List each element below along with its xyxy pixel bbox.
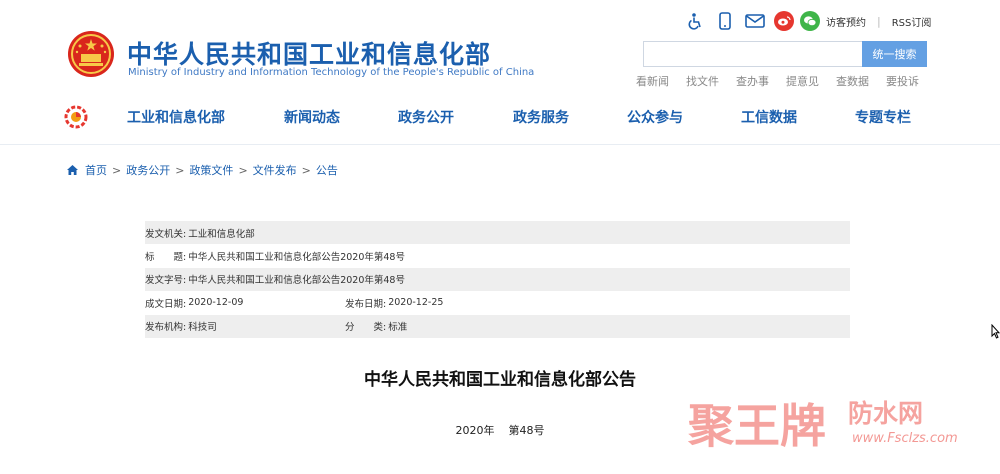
document-title: 中华人民共和国工业和信息化部公告 — [364, 370, 636, 390]
org-label: 发布机构: — [145, 322, 187, 334]
visitor-appointment-link[interactable]: 访客预约 — [826, 14, 866, 29]
quick-links: 看新闻 找文件 查办事 提意见 查数据 要投诉 — [636, 73, 936, 89]
watermark-brand: 聚王牌 — [688, 399, 826, 448]
nav-item-data[interactable]: 工信数据 — [741, 107, 797, 127]
search-button[interactable]: 统一搜索 — [862, 41, 927, 67]
info-row-org-category: 发布机构: 科技司 分 类: 标准 — [145, 314, 850, 338]
breadcrumb-home[interactable]: 首页 — [85, 162, 107, 178]
created-date-label: 成文日期: — [145, 298, 187, 310]
accessibility-icon[interactable] — [684, 11, 706, 31]
created-date-value: 2020-12-09 — [188, 297, 244, 309]
site-header: 中华人民共和国工业和信息化部 Ministry of Industry and … — [0, 0, 1000, 145]
info-row-issuer: 发文机关: 工业和信息化部 — [145, 221, 850, 245]
quick-link-complaint[interactable]: 要投诉 — [886, 73, 919, 89]
miit-logo-icon[interactable] — [64, 105, 88, 129]
category-label: 分 类: — [345, 322, 387, 334]
info-row-dates: 成文日期: 2020-12-09 发布日期: 2020-12-25 — [145, 291, 850, 314]
issuer-value: 工业和信息化部 — [188, 228, 255, 240]
issuer-label: 发文机关: — [145, 228, 187, 240]
watermark-site-name: 防水网 — [848, 399, 923, 428]
org-value: 科技司 — [188, 322, 217, 334]
document-info-table: 发文机关: 工业和信息化部 标 题: 中华人民共和国工业和信息化部公告2020年… — [145, 221, 850, 338]
breadcrumb: 首页 > 政务公开 > 政策文件 > 文件发布 > 公告 — [66, 162, 338, 178]
breadcrumb-announcement[interactable]: 公告 — [316, 162, 338, 178]
quick-link-news[interactable]: 看新闻 — [636, 73, 669, 89]
wechat-icon[interactable] — [800, 11, 820, 31]
published-date-label: 发布日期: — [345, 298, 387, 310]
breadcrumb-separator: > — [238, 163, 248, 177]
nav-item-news[interactable]: 新闻动态 — [284, 107, 340, 127]
site-title[interactable]: 中华人民共和国工业和信息化部 — [127, 35, 491, 71]
mobile-icon[interactable] — [714, 11, 736, 31]
home-icon[interactable] — [66, 164, 79, 176]
quick-link-services[interactable]: 查办事 — [736, 73, 769, 89]
published-date-value: 2020-12-25 — [388, 297, 444, 309]
info-row-title: 标 题: 中华人民共和国工业和信息化部公告2020年第48号 — [145, 244, 850, 267]
search-input[interactable] — [643, 41, 863, 67]
nav-item-topics[interactable]: 专题专栏 — [855, 107, 911, 127]
title-label: 标 题: — [145, 252, 187, 264]
nav-item-gov-services[interactable]: 政务服务 — [513, 107, 569, 127]
utility-bar: 访客预约 | RSS订阅 — [684, 11, 931, 31]
breadcrumb-gov-affairs[interactable]: 政务公开 — [126, 162, 170, 178]
category-value: 标准 — [388, 322, 408, 334]
title-value: 中华人民共和国工业和信息化部公告2020年第48号 — [188, 252, 405, 264]
national-emblem-icon[interactable] — [67, 30, 115, 78]
doc-number-value: 中华人民共和国工业和信息化部公告2020年第48号 — [188, 275, 405, 287]
info-row-doc-number: 发文字号: 中华人民共和国工业和信息化部公告2020年第48号 — [145, 267, 850, 292]
breadcrumb-separator: > — [112, 163, 122, 177]
nav-item-participation[interactable]: 公众参与 — [627, 107, 683, 127]
breadcrumb-separator: > — [301, 163, 311, 177]
breadcrumb-file-release[interactable]: 文件发布 — [253, 162, 297, 178]
main-nav: 工业和信息化部 新闻动态 政务公开 政务服务 公众参与 工信数据 专题专栏 — [0, 100, 1000, 134]
mouse-cursor-icon — [991, 324, 1000, 339]
weibo-icon[interactable] — [774, 11, 794, 31]
doc-number-label: 发文字号: — [145, 275, 187, 287]
mail-icon[interactable] — [744, 11, 766, 31]
quick-link-files[interactable]: 找文件 — [686, 73, 719, 89]
rss-link[interactable]: RSS订阅 — [892, 14, 932, 29]
nav-item-gov-affairs[interactable]: 政务公开 — [398, 107, 454, 127]
nav-item-ministry[interactable]: 工业和信息化部 — [127, 107, 225, 127]
quick-link-data[interactable]: 查数据 — [836, 73, 869, 89]
quick-link-feedback[interactable]: 提意见 — [786, 73, 819, 89]
utility-separator: | — [877, 14, 881, 28]
breadcrumb-policy-files[interactable]: 政策文件 — [189, 162, 233, 178]
breadcrumb-separator: > — [175, 163, 185, 177]
watermark-url: www.Fsclzs.com — [852, 431, 958, 446]
watermark-logo: 聚王牌 防水网 www.Fsclzs.com — [688, 399, 958, 448]
site-subtitle[interactable]: Ministry of Industry and Information Tec… — [128, 67, 534, 78]
